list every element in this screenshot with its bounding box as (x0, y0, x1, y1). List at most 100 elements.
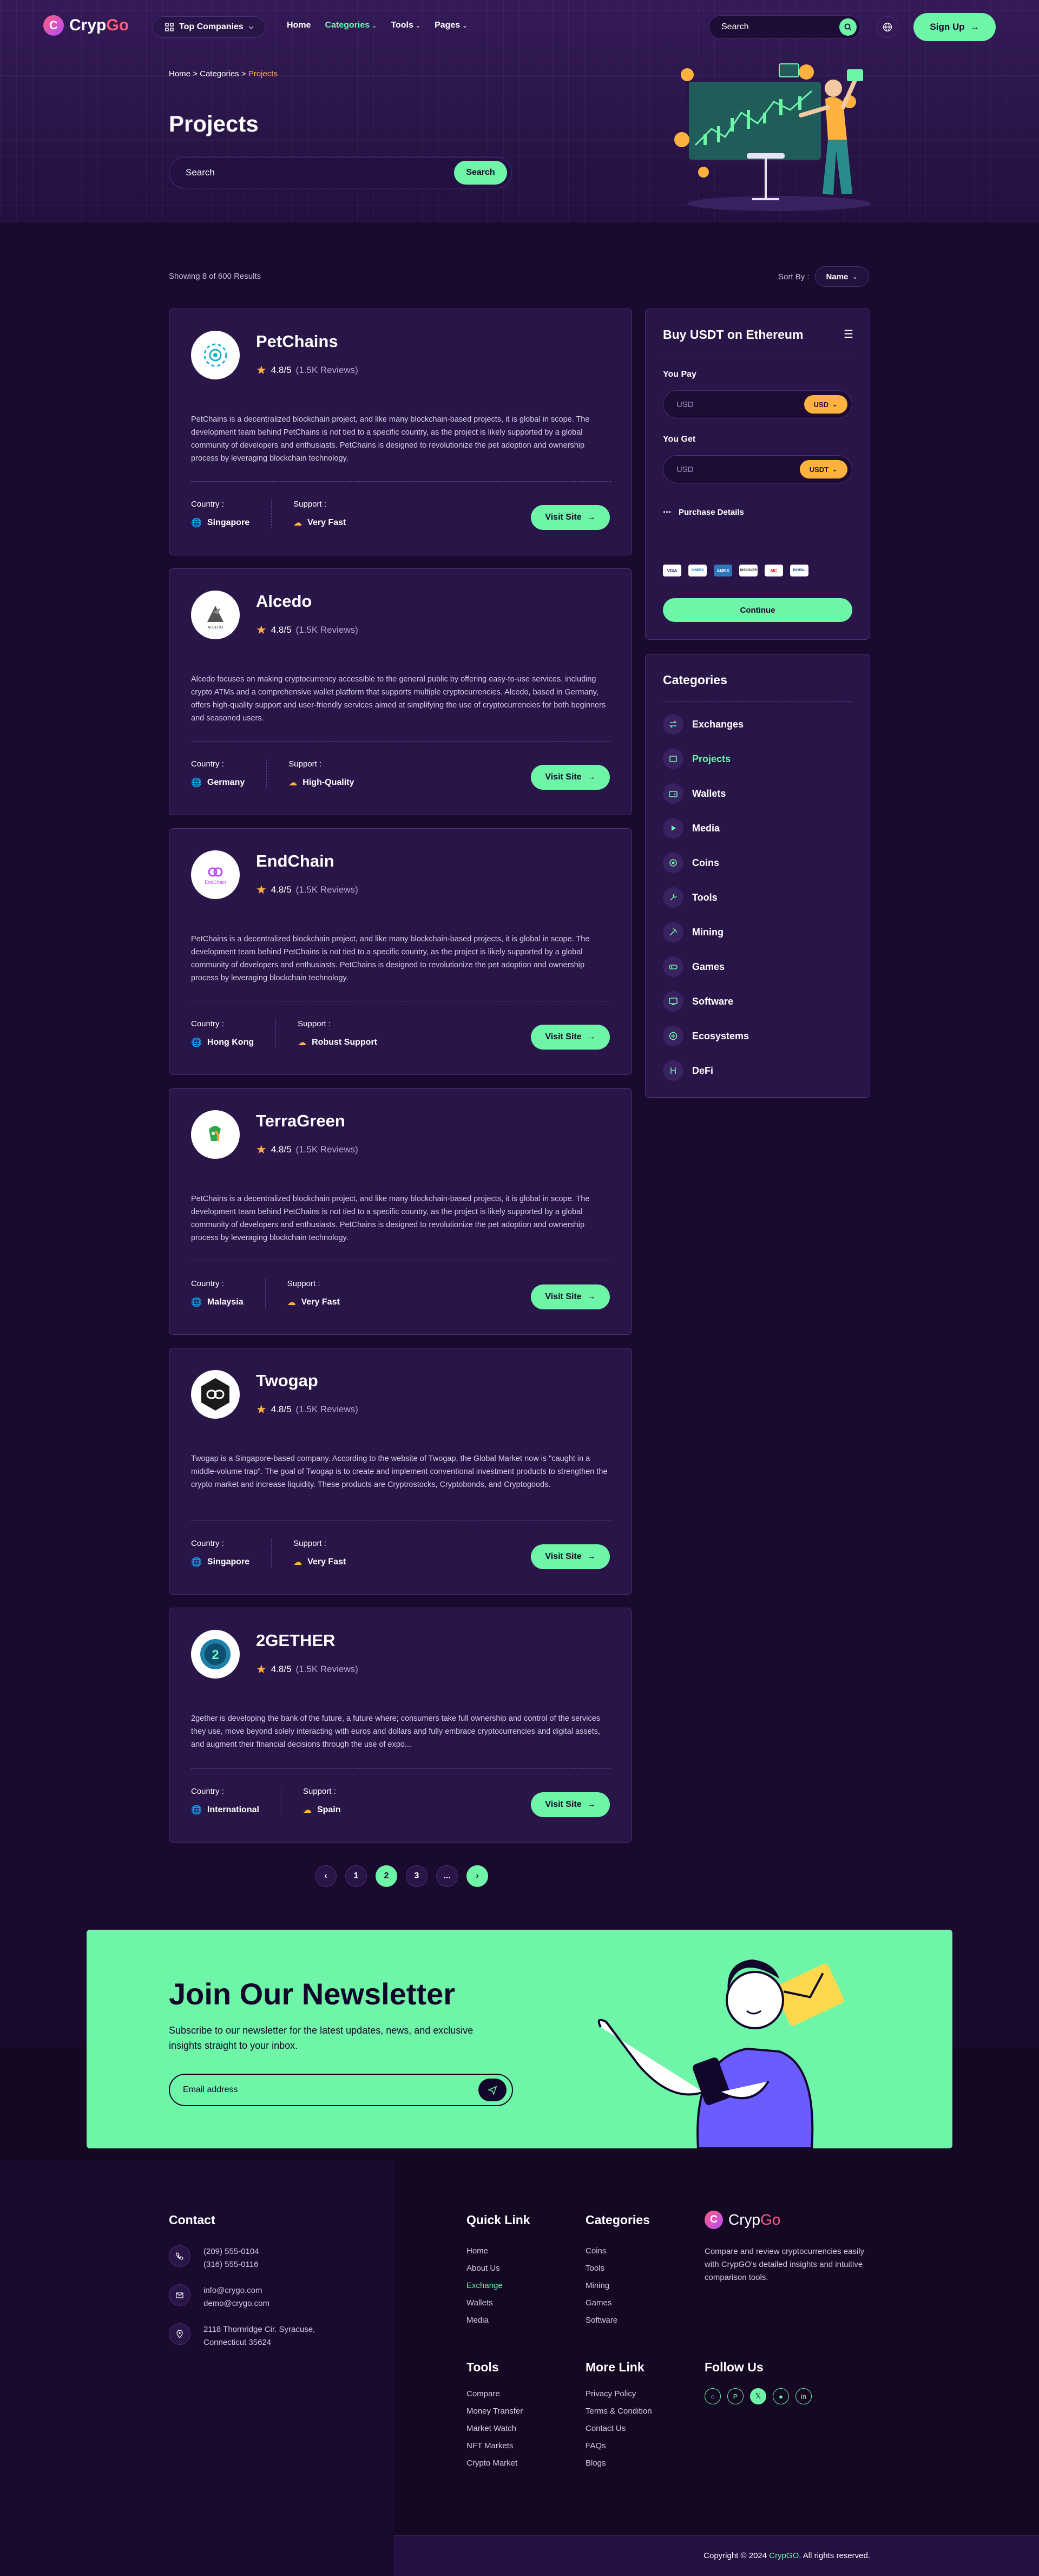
pagination: ‹ 1 2 3 ... › (315, 1865, 488, 1887)
chevron-down-icon: ⌵ (248, 23, 254, 30)
hero-search-button[interactable]: Search (454, 161, 507, 185)
footer-link-money-transfer[interactable]: Money Transfer (466, 2407, 523, 2416)
globe-icon[interactable] (877, 16, 898, 38)
linkedin-icon[interactable]: in (795, 2388, 812, 2404)
menu-icon[interactable]: ☰ (844, 327, 853, 341)
arrow-right-icon: → (587, 1292, 596, 1301)
footer-link-terms[interactable]: Terms & Condition (586, 2407, 652, 2416)
footer-link-home[interactable]: Home (466, 2246, 488, 2256)
continue-button[interactable]: Continue (663, 598, 852, 622)
nav-search-input[interactable]: Search (709, 15, 860, 39)
software-icon (663, 991, 683, 1012)
phone-icon (169, 2245, 190, 2267)
logo[interactable]: C CrypGo (43, 15, 129, 36)
reddit-icon[interactable]: ● (773, 2388, 789, 2404)
next-page-button[interactable]: › (466, 1865, 488, 1887)
footer-logo[interactable]: C CrypGo (705, 2211, 780, 2229)
visit-site-button[interactable]: Visit Site → (531, 1025, 610, 1050)
menu-home[interactable]: Home (287, 21, 311, 30)
pinterest-icon[interactable]: P (727, 2388, 744, 2404)
copyright-brand-link[interactable]: CrypGO (769, 2551, 799, 2560)
category-projects[interactable]: Projects (663, 749, 731, 769)
address-line-1: 2118 Thornridge Cir. Syracuse, (203, 2325, 315, 2334)
footer-tools-title: Tools (466, 2360, 499, 2374)
company-name[interactable]: EndChain (256, 851, 334, 871)
page-3[interactable]: 3 (406, 1865, 428, 1887)
prev-page-button[interactable]: ‹ (315, 1865, 337, 1887)
category-games[interactable]: Games (663, 956, 725, 977)
footer-link-games[interactable]: Games (586, 2298, 611, 2308)
chevron-down-icon: ⌄ (415, 23, 421, 29)
footer-link-nft-markets[interactable]: NFT Markets (466, 2441, 513, 2450)
footer-link-media[interactable]: Media (466, 2316, 489, 2325)
instagram-icon[interactable]: ○ (705, 2388, 721, 2404)
phone-2[interactable]: (316) 555-0116 (203, 2258, 259, 2271)
category-wallets[interactable]: Wallets (663, 783, 726, 804)
page-ellipsis[interactable]: ... (436, 1865, 458, 1887)
get-amount-input[interactable]: USD USDT ⌄ (663, 455, 852, 483)
support-label: Support : (298, 1019, 331, 1028)
support-label: Support : (293, 500, 327, 509)
footer-link-exchange[interactable]: Exchange (466, 2281, 503, 2290)
footer-link-about[interactable]: About Us (466, 2264, 500, 2273)
get-currency-select[interactable]: USDT ⌄ (799, 460, 847, 479)
send-icon[interactable] (478, 2079, 507, 2101)
category-mining[interactable]: Mining (663, 922, 724, 942)
category-ecosystems[interactable]: Ecosystems (663, 1026, 749, 1046)
logo-icon: C (705, 2211, 723, 2229)
breadcrumb-home[interactable]: Home (169, 69, 190, 78)
visit-site-button[interactable]: Visit Site → (531, 1792, 610, 1817)
category-coins[interactable]: Coins (663, 853, 719, 873)
footer-link-mining[interactable]: Mining (586, 2281, 609, 2290)
visit-site-button[interactable]: Visit Site → (531, 1544, 610, 1569)
defi-icon (663, 1060, 683, 1081)
pay-currency-select[interactable]: USD ⌄ (804, 395, 847, 414)
footer-link-software[interactable]: Software (586, 2316, 617, 2325)
category-media[interactable]: Media (663, 818, 720, 838)
category-tools[interactable]: Tools (663, 887, 718, 908)
menu-tools[interactable]: Tools ⌄ (391, 21, 420, 30)
footer-link-faqs[interactable]: FAQs (586, 2441, 606, 2450)
company-name[interactable]: 2GETHER (256, 1631, 335, 1650)
company-name[interactable]: Alcedo (256, 592, 312, 611)
breadcrumb-categories[interactable]: Categories (200, 69, 239, 78)
email-2[interactable]: demo@crygo.com (203, 2297, 269, 2310)
sort-select[interactable]: Name ⌄ (814, 266, 869, 287)
company-name[interactable]: PetChains (256, 332, 338, 351)
pay-amount-input[interactable]: USD USD ⌄ (663, 390, 852, 418)
globe-icon: 🌐 (191, 519, 202, 528)
phone-1[interactable]: (209) 555-0104 (203, 2245, 259, 2258)
signup-button[interactable]: Sign Up → (913, 13, 996, 41)
footer-link-wallets[interactable]: Wallets (466, 2298, 493, 2308)
twitter-icon[interactable]: 𝕏 (750, 2388, 766, 2404)
support-value: Very Fast (301, 1297, 340, 1307)
page-1[interactable]: 1 (345, 1865, 367, 1887)
search-icon[interactable] (839, 18, 857, 36)
page-2[interactable]: 2 (376, 1865, 397, 1887)
footer-link-crypto-market[interactable]: Crypto Market (466, 2459, 517, 2468)
visit-site-button[interactable]: Visit Site → (531, 765, 610, 790)
hero-search-input[interactable]: Search Search (169, 157, 512, 188)
footer-link-coins[interactable]: Coins (586, 2246, 606, 2256)
footer-link-blogs[interactable]: Blogs (586, 2459, 606, 2468)
category-exchanges[interactable]: Exchanges (663, 714, 744, 735)
newsletter-email-input[interactable]: Email address (169, 2074, 513, 2106)
footer-link-tools[interactable]: Tools (586, 2264, 604, 2273)
footer-link-contact[interactable]: Contact Us (586, 2424, 626, 2433)
menu-categories[interactable]: Categories ⌄ (325, 21, 377, 30)
company-card: PetChains ★ 4.8/5 (1.5K Reviews) PetChains… (169, 309, 632, 555)
visit-site-button[interactable]: Visit Site → (531, 505, 610, 530)
footer-link-market-watch[interactable]: Market Watch (466, 2424, 516, 2433)
visit-site-button[interactable]: Visit Site → (531, 1284, 610, 1309)
menu-pages[interactable]: Pages ⌄ (435, 21, 467, 30)
company-name[interactable]: Twogap (256, 1371, 318, 1391)
category-software[interactable]: Software (663, 991, 733, 1012)
email-1[interactable]: info@crygo.com (203, 2284, 269, 2297)
footer-link-compare[interactable]: Compare (466, 2389, 500, 2398)
top-companies-dropdown[interactable]: Top Companies ⌵ (153, 16, 266, 38)
category-defi[interactable]: DeFi (663, 1060, 713, 1081)
purchase-details-toggle[interactable]: ⋯ Purchase Details (663, 507, 744, 517)
footer-link-privacy[interactable]: Privacy Policy (586, 2389, 636, 2398)
company-name[interactable]: TerraGreen (256, 1111, 345, 1131)
address-line-2: Connecticut 35624 (203, 2338, 272, 2347)
